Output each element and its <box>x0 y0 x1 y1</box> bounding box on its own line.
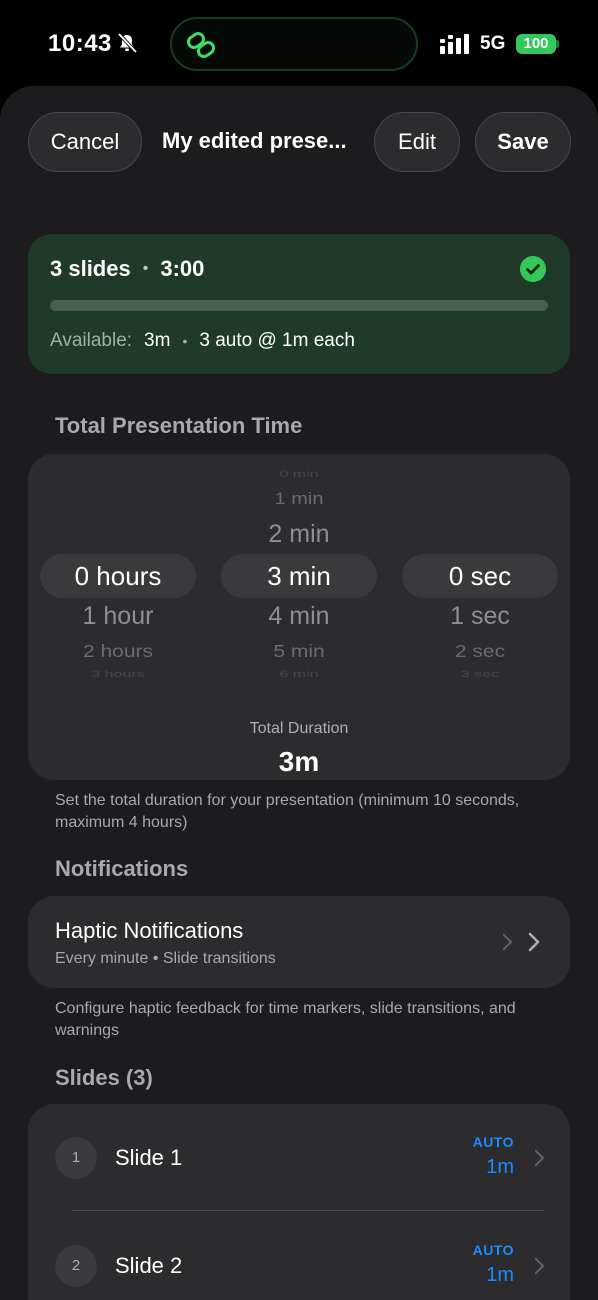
summary-duration: 3:00 <box>160 256 205 281</box>
row-divider <box>72 1210 544 1211</box>
slide-duration: 1m <box>486 1264 514 1286</box>
time-allocation-bar <box>50 300 548 311</box>
signal-bars-icon <box>440 34 469 54</box>
chevron-right-icon <box>535 1258 544 1274</box>
notifications-heading: Notifications <box>55 856 189 881</box>
battery-level: 100 <box>523 35 549 52</box>
summary-card: 3 slides • 3:00 Available: 3m • 3 auto @… <box>28 234 570 374</box>
hours-option[interactable]: 1 hour <box>40 602 196 631</box>
minutes-option[interactable]: 6 min <box>221 670 377 680</box>
total-time-heading: Total Presentation Time <box>55 413 303 438</box>
slide-mode-badge: AUTO <box>472 1242 514 1258</box>
hours-option[interactable]: 3 hours <box>40 670 196 680</box>
slide-number-badge: 2 <box>55 1245 97 1287</box>
slides-list: 1 Slide 1 AUTO 1m 2 Slide 2 AUTO 1m <box>28 1104 570 1300</box>
minutes-option[interactable]: 5 min <box>221 642 377 662</box>
separator: • <box>182 333 188 349</box>
status-time: 10:43 <box>48 30 112 57</box>
bell-slash-icon <box>117 32 138 54</box>
dynamic-island[interactable] <box>170 17 418 71</box>
hours-option[interactable]: 2 hours <box>40 642 196 662</box>
page-title: My edited prese... <box>162 128 347 153</box>
hours-wheel[interactable]: 0 hours 1 hour 2 hours 3 hours <box>40 454 196 704</box>
available-label: Available: <box>50 330 133 351</box>
haptic-notifications-row[interactable]: Haptic Notifications Every minute • Slid… <box>28 896 570 988</box>
seconds-selected[interactable]: 0 sec <box>402 561 558 592</box>
haptic-title: Haptic Notifications <box>55 918 244 943</box>
duration-picker: 0 hours 1 hour 2 hours 3 hours 0 min 1 m… <box>28 454 570 780</box>
slide-name: Slide 1 <box>115 1145 183 1170</box>
available-value: 3m <box>144 330 171 351</box>
separator: • <box>142 260 149 277</box>
seconds-option[interactable]: 1 sec <box>402 602 558 631</box>
hours-selected[interactable]: 0 hours <box>40 561 196 592</box>
seconds-option[interactable]: 2 sec <box>402 642 558 662</box>
time-allocation-fill <box>50 300 548 311</box>
minutes-selected[interactable]: 3 min <box>221 561 377 592</box>
minutes-option[interactable]: 4 min <box>221 602 377 631</box>
cancel-button[interactable]: Cancel <box>28 112 142 172</box>
presentation-sheet: Cancel My edited prese... Edit Save 3 sl… <box>0 86 598 1300</box>
slide-row[interactable]: 2 Slide 2 AUTO 1m <box>28 1212 570 1300</box>
slide-number-badge: 1 <box>55 1137 97 1179</box>
total-duration-label: Total Duration <box>249 720 349 737</box>
minutes-option[interactable]: 2 min <box>221 520 377 549</box>
status-bar: 10:43 5G 100 <box>0 0 598 88</box>
minutes-wheel[interactable]: 0 min 1 min 2 min 3 min 4 min 5 min 6 mi… <box>221 454 377 704</box>
summary-line: 3 slides • 3:00 <box>50 256 204 282</box>
slide-count: 3 slides <box>50 256 131 281</box>
auto-info: 3 auto @ 1m each <box>199 330 355 351</box>
slide-name: Slide 2 <box>115 1253 183 1278</box>
haptic-subtitle: Every minute • Slide transitions <box>55 950 276 967</box>
minutes-option[interactable]: 0 min <box>221 470 377 480</box>
total-duration-value: 3m <box>278 746 320 777</box>
slide-mode-badge: AUTO <box>472 1134 514 1150</box>
seconds-option[interactable]: 3 sec <box>402 670 558 680</box>
chevron-right-icon <box>535 1150 544 1166</box>
minutes-option[interactable]: 1 min <box>221 490 377 510</box>
link-icon <box>186 32 216 58</box>
battery-tip <box>556 40 559 48</box>
network-label: 5G <box>480 33 506 54</box>
slide-row[interactable]: 1 Slide 1 AUTO 1m <box>28 1104 570 1212</box>
save-button[interactable]: Save <box>475 112 571 172</box>
slides-heading: Slides (3) <box>55 1065 153 1090</box>
battery-icon: 100 <box>516 34 556 54</box>
slide-duration: 1m <box>486 1156 514 1178</box>
notifications-helper-text: Configure haptic feedback for time marke… <box>55 1000 516 1039</box>
edit-button[interactable]: Edit <box>374 112 460 172</box>
seconds-wheel[interactable]: 0 sec 1 sec 2 sec 3 sec <box>402 454 558 704</box>
chevron-right-icon <box>503 932 540 952</box>
checkmark-circle-icon <box>520 256 546 282</box>
duration-helper-text: Set the total duration for your presenta… <box>55 792 520 831</box>
available-line: Available: 3m • 3 auto @ 1m each <box>50 330 355 352</box>
